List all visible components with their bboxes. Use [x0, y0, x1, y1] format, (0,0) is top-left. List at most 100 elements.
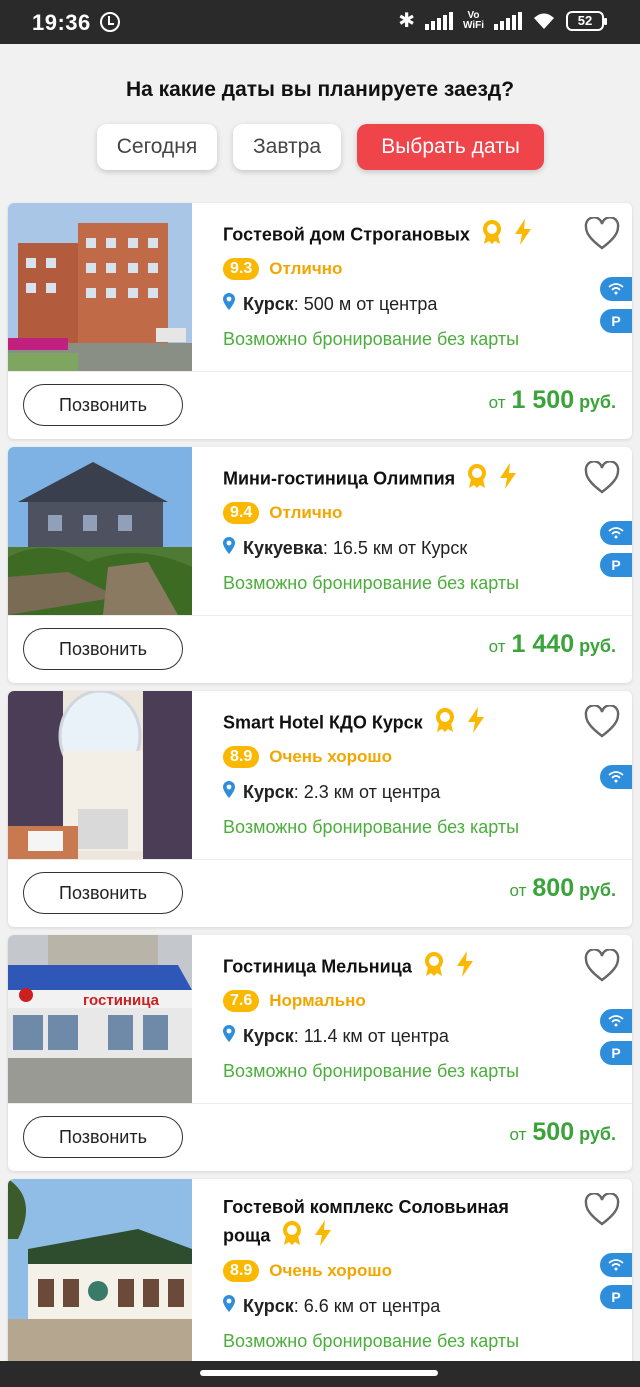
no-card-booking: Возможно бронирование без карты [223, 1061, 520, 1081]
hotel-card[interactable]: гостиница Гостиница Мельница 7.6 Нормаль… [8, 935, 632, 1171]
lightning-icon [467, 707, 485, 740]
award-icon [423, 951, 445, 984]
price-currency: руб. [579, 392, 616, 412]
vowifi-icon: Vo WiFi [462, 10, 484, 31]
dates-question: На какие даты вы планируете заезд? [125, 78, 515, 101]
location-pin-icon [223, 781, 235, 803]
wifi-icon [600, 277, 632, 301]
battery-icon: 52 [566, 11, 607, 31]
rating: 9.3 Отлично [223, 257, 342, 281]
parking-icon: P [600, 1041, 632, 1065]
hotel-card[interactable]: Гостевой дом Строгановых 9.3 Отлично Кур… [8, 203, 632, 439]
no-card-booking: Возможно бронирование без карты [223, 329, 520, 349]
parking-icon: P [600, 553, 632, 577]
price-value: 1 500 [511, 386, 575, 414]
location-city: Курск [243, 781, 294, 802]
lightning-icon [314, 1220, 332, 1253]
lightning-icon [456, 951, 474, 984]
signal-icon [424, 12, 453, 30]
location-city: Кукуевка [243, 537, 323, 558]
favorite-heart-icon[interactable] [584, 1192, 620, 1227]
parking-icon: P [600, 1285, 632, 1309]
hotel-name[interactable]: Гостиница Мельница [223, 951, 583, 984]
status-bar: 19:36 ✱ Vo WiFi 52 [0, 0, 640, 44]
card-divider [8, 615, 632, 616]
location-distance: : 6.6 км от центра [293, 1295, 441, 1316]
no-card-booking: Возможно бронирование без карты [223, 1331, 520, 1351]
today-button[interactable]: Сегодня [97, 124, 217, 170]
rating-label: Очень хорошо [269, 1261, 392, 1280]
award-icon [466, 463, 488, 496]
hotel-name[interactable]: Мини-гостиница Олимпия [223, 463, 583, 496]
location-city: Курск [243, 1025, 294, 1046]
favorite-heart-icon[interactable] [584, 216, 620, 251]
hotel-card[interactable]: Мини-гостиница Олимпия 9.4 Отлично Кукуе… [8, 447, 632, 683]
hotel-name[interactable]: Гостевой дом Строгановых [223, 219, 583, 252]
hotel-card[interactable]: Smart Hotel КДО Курск 8.9 Очень хорошо К… [8, 691, 632, 927]
wifi-status-icon [532, 11, 556, 31]
call-button[interactable]: Позвонить [23, 628, 183, 670]
wifi-icon [600, 1009, 632, 1033]
no-card-booking: Возможно бронирование без карты [223, 573, 520, 593]
hotel-photo[interactable] [8, 1179, 192, 1361]
rating: 8.9 Очень хорошо [223, 1259, 392, 1283]
price-value: 500 [532, 1118, 575, 1146]
rating-score: 8.9 [223, 1260, 260, 1282]
location-pin-icon [223, 1025, 235, 1047]
price-currency: руб. [579, 636, 616, 656]
location-distance: : 16.5 км от Курск [322, 537, 468, 558]
wifi-icon [600, 521, 632, 545]
rating-label: Очень хорошо [269, 747, 392, 766]
location-city: Курск [243, 1295, 294, 1316]
location: Курск : 6.6 км от центра [223, 1295, 440, 1317]
bluetooth-icon: ✱ [398, 10, 415, 32]
rating-score: 9.3 [223, 258, 260, 280]
location-pin-icon [223, 1295, 235, 1317]
card-divider [8, 1103, 632, 1104]
location-distance: : 11.4 км от центра [293, 1025, 449, 1046]
rating-label: Отлично [269, 259, 343, 278]
price: от 500 руб. [509, 1118, 616, 1146]
status-time: 19:36 [32, 10, 91, 35]
location-distance: : 2.3 км от центра [293, 781, 441, 802]
award-icon [434, 707, 456, 740]
favorite-heart-icon[interactable] [584, 460, 620, 495]
rating: 8.9 Очень хорошо [223, 745, 392, 769]
hotel-photo[interactable] [8, 203, 192, 371]
wifi-icon [600, 1253, 632, 1277]
favorite-heart-icon[interactable] [584, 704, 620, 739]
price-value: 1 440 [511, 630, 575, 658]
choose-dates-button[interactable]: Выбрать даты [357, 124, 544, 170]
card-divider [8, 859, 632, 860]
hotel-name[interactable]: Гостевой комплекс Соловьиная роща [223, 1195, 583, 1253]
home-indicator[interactable] [200, 1370, 438, 1376]
favorite-heart-icon[interactable] [584, 948, 620, 983]
call-button[interactable]: Позвонить [23, 1116, 183, 1158]
price-value: 800 [532, 874, 575, 902]
wifi-icon [600, 765, 632, 789]
hotel-card[interactable]: Гостевой комплекс Соловьиная роща 8.9 Оч… [8, 1179, 632, 1361]
rating: 7.6 Нормально [223, 989, 366, 1013]
price: от 800 руб. [509, 874, 616, 902]
location-pin-icon [223, 537, 235, 559]
hotel-photo[interactable]: гостиница [8, 935, 192, 1103]
hotel-photo[interactable] [8, 691, 192, 859]
date-options: Сегодня Завтра Выбрать даты [0, 124, 640, 172]
award-icon [281, 1220, 303, 1253]
price: от 1 500 руб. [488, 386, 616, 414]
hotel-photo[interactable] [8, 447, 192, 615]
location-city: Курск [243, 293, 294, 314]
alarm-icon [100, 12, 120, 32]
lightning-icon [514, 219, 532, 252]
call-button[interactable]: Позвонить [23, 384, 183, 426]
price-currency: руб. [579, 880, 616, 900]
no-card-booking: Возможно бронирование без карты [223, 817, 520, 837]
location: Курск : 11.4 км от центра [223, 1025, 449, 1047]
hotel-name[interactable]: Smart Hotel КДО Курск [223, 707, 583, 740]
call-button[interactable]: Позвонить [23, 872, 183, 914]
award-icon [481, 219, 503, 252]
system-nav-bar [0, 1361, 640, 1387]
rating-score: 7.6 [223, 990, 260, 1012]
lightning-icon [499, 463, 517, 496]
tomorrow-button[interactable]: Завтра [233, 124, 341, 170]
